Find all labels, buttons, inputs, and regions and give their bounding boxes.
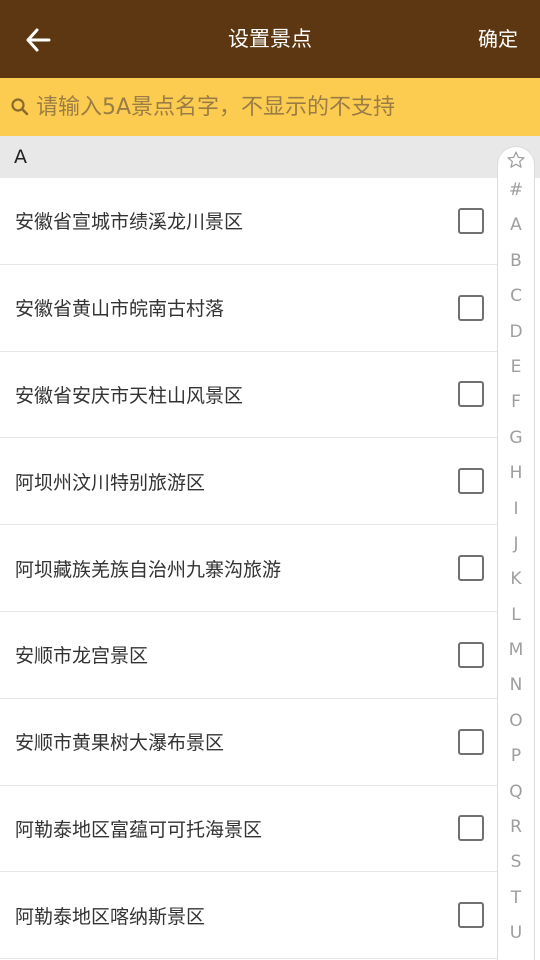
index-letter[interactable]: J — [498, 527, 534, 562]
index-letter[interactable]: U — [498, 916, 534, 951]
index-letter[interactable]: R — [498, 810, 534, 845]
index-letter[interactable]: B — [498, 244, 534, 279]
index-letter[interactable]: T — [498, 881, 534, 916]
spot-name: 阿勒泰地区喀纳斯景区 — [15, 905, 206, 928]
index-letter[interactable]: S — [498, 845, 534, 880]
list-item[interactable]: 安顺市黄果树大瀑布景区 — [0, 699, 498, 786]
index-letter[interactable]: M — [498, 633, 534, 668]
spot-checkbox[interactable] — [458, 728, 484, 755]
spot-checkbox[interactable] — [458, 902, 484, 929]
search-bar — [0, 78, 540, 136]
search-input[interactable] — [36, 87, 516, 127]
index-letter[interactable]: E — [498, 350, 534, 385]
index-letter[interactable]: L — [498, 598, 534, 633]
spot-checkbox[interactable] — [458, 815, 484, 842]
spot-name: 阿坝藏族羌族自治州九寨沟旅游 — [15, 558, 282, 581]
confirm-button[interactable]: 确定 — [478, 0, 518, 78]
spot-checkbox[interactable] — [458, 468, 484, 495]
index-letter[interactable]: G — [498, 421, 534, 456]
search-icon — [10, 96, 32, 118]
list-item[interactable]: 阿坝州汶川特别旅游区 — [0, 438, 498, 526]
list-item[interactable]: 安徽省黄山市皖南古村落 — [0, 265, 498, 352]
spot-checkbox[interactable] — [458, 381, 484, 408]
list-item[interactable]: 阿坝藏族羌族自治州九寨沟旅游 — [0, 525, 498, 612]
spot-list: 安徽省宣城市绩溪龙川景区 安徽省黄山市皖南古村落 安徽省安庆市天柱山风景区 阿坝州汶川… — [0, 178, 498, 960]
spot-checkbox[interactable] — [458, 641, 484, 668]
index-letter[interactable]: Q — [498, 775, 534, 810]
spot-name: 安徽省黄山市皖南古村落 — [15, 298, 225, 321]
index-letter[interactable]: I — [498, 492, 534, 527]
index-letter[interactable]: H — [498, 456, 534, 491]
section-header-a: A — [0, 136, 540, 178]
spot-name: 安顺市黄果树大瀑布景区 — [15, 732, 225, 755]
spot-checkbox[interactable] — [458, 294, 484, 321]
alphabet-index-bar[interactable]: # A B C D E F G H I J K L M N O P Q R S T U — [497, 146, 535, 960]
index-letter[interactable]: A — [498, 208, 534, 243]
index-letter[interactable]: F — [498, 385, 534, 420]
index-letter[interactable]: P — [498, 739, 534, 774]
spot-checkbox[interactable] — [458, 207, 484, 234]
page-title: 设置景点 — [228, 27, 312, 51]
list-item[interactable]: 安徽省宣城市绩溪龙川景区 — [0, 178, 498, 265]
list-item[interactable]: 安徽省安庆市天柱山风景区 — [0, 352, 498, 439]
list-item[interactable]: 安顺市龙宫景区 — [0, 612, 498, 699]
list-item[interactable]: 阿勒泰地区富蕴可可托海景区 — [0, 786, 498, 873]
list-item[interactable]: 阿勒泰地区喀纳斯景区 — [0, 872, 498, 960]
spot-name: 安徽省宣城市绩溪龙川景区 — [15, 211, 244, 234]
index-letter[interactable]: K — [498, 562, 534, 597]
spot-name: 阿坝州汶川特别旅游区 — [15, 471, 206, 494]
star-icon[interactable] — [498, 147, 534, 173]
spot-checkbox[interactable] — [458, 555, 484, 582]
index-letter[interactable]: # — [498, 173, 534, 208]
spot-name: 安顺市龙宫景区 — [15, 645, 149, 668]
index-letter[interactable]: O — [498, 704, 534, 739]
top-bar: 设置景点 确定 — [0, 0, 540, 78]
spot-name: 阿勒泰地区富蕴可可托海景区 — [15, 818, 263, 841]
index-letter[interactable]: C — [498, 279, 534, 314]
index-letter[interactable]: D — [498, 315, 534, 350]
index-letter[interactable]: N — [498, 668, 534, 703]
spot-name: 安徽省安庆市天柱山风景区 — [15, 384, 244, 407]
